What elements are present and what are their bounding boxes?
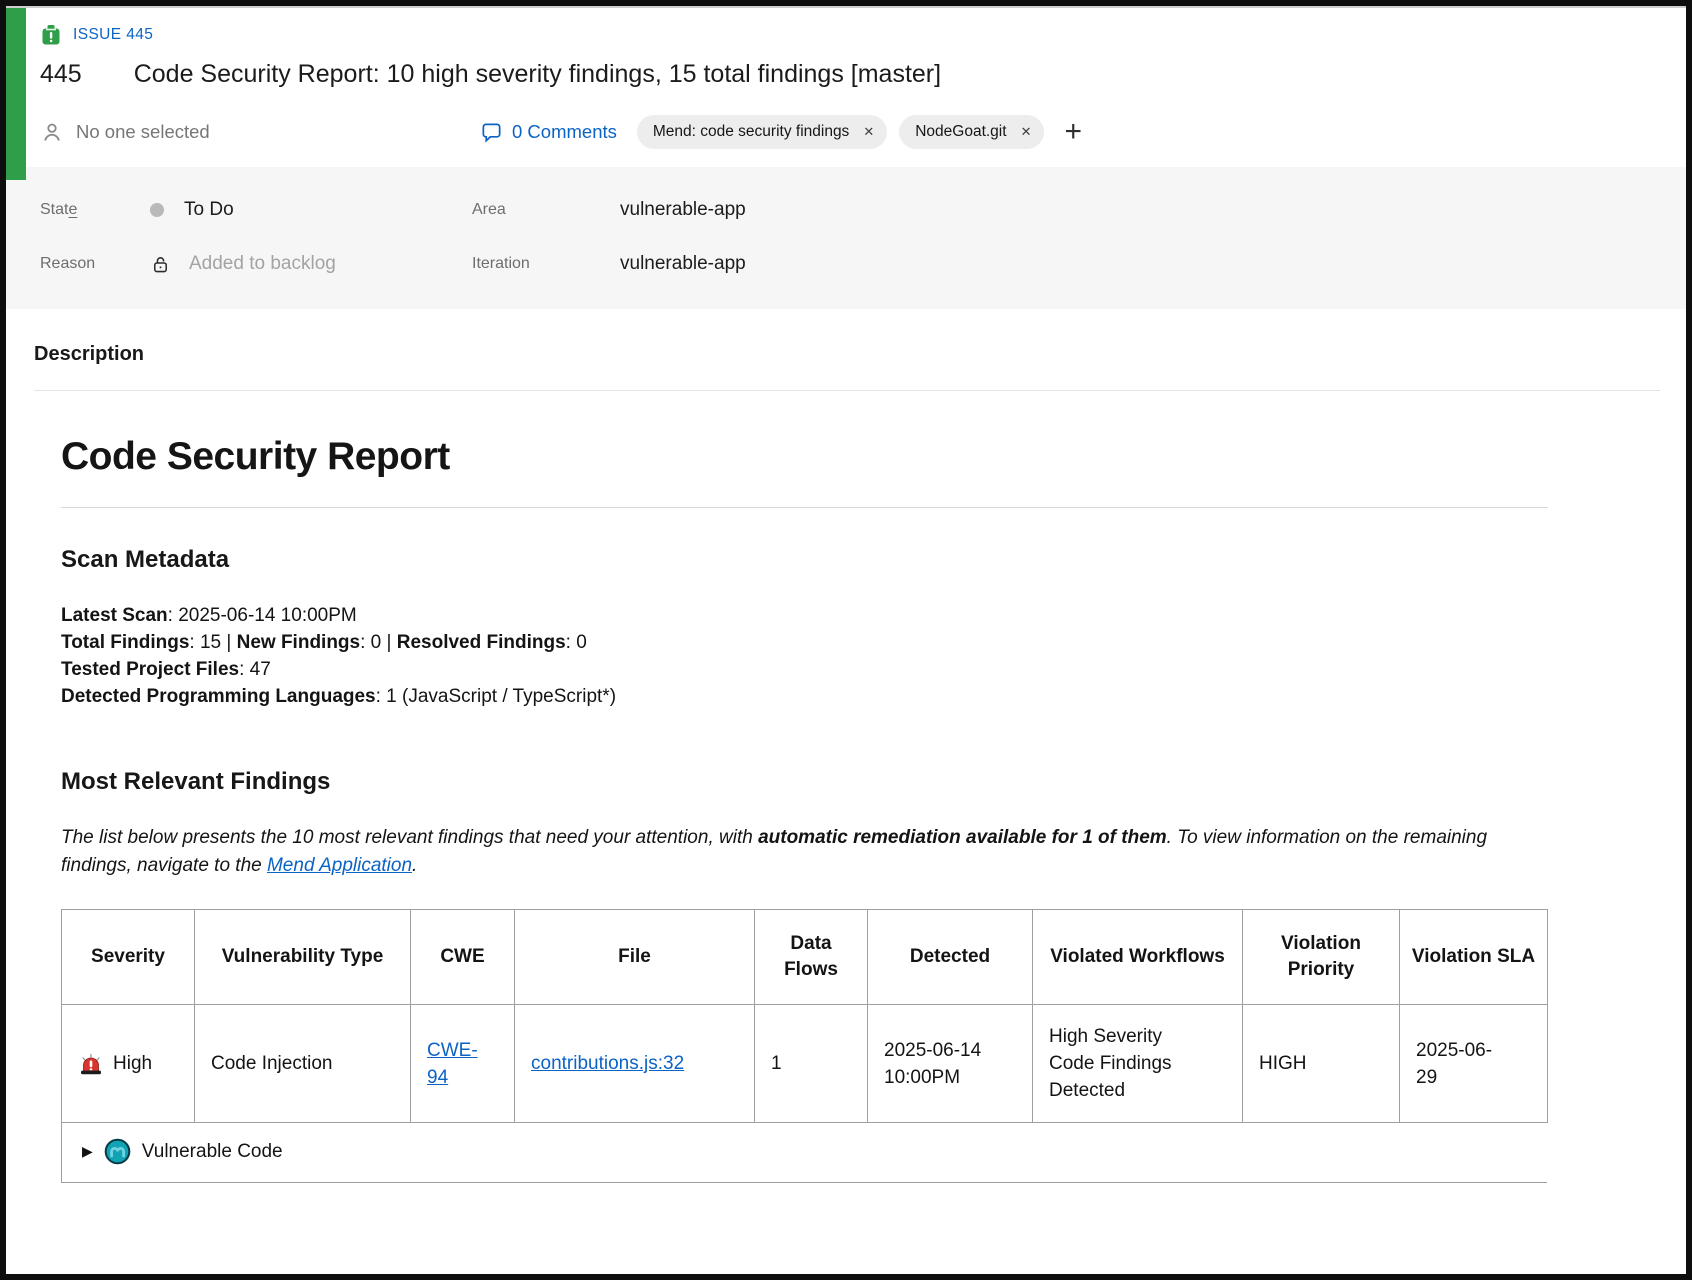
scan-metadata-block: Latest Scan: 2025-06-14 10:00PM Total Fi… xyxy=(61,602,1548,710)
work-item-id: 445 xyxy=(40,60,82,89)
reason-field: Reason Added to backlog xyxy=(40,245,472,283)
vulnerability-type-cell: Code Injection xyxy=(195,1005,411,1123)
title-row: 445 Code Security Report: 10 high severi… xyxy=(40,60,1662,89)
table-row: High Code Injection CWE-94 contributions… xyxy=(62,1005,1548,1123)
data-flows-cell: 1 xyxy=(755,1005,868,1123)
col-detected: Detected xyxy=(868,910,1033,1005)
meta-row: No one selected 0 Comments Mend: code se… xyxy=(40,111,1662,153)
fields-col-left: State To Do Reason Added to backlog xyxy=(6,191,472,283)
issue-type-icon xyxy=(40,24,62,46)
col-vulnerability-type: Vulnerability Type xyxy=(195,910,411,1005)
fields-col-right: Area vulnerable-app Iteration vulnerable… xyxy=(472,191,1686,283)
tag-label: Mend: code security findings xyxy=(653,123,849,141)
description-section: Description Code Security Report Scan Me… xyxy=(6,309,1686,1183)
col-file: File xyxy=(515,910,755,1005)
work-item-title[interactable]: Code Security Report: 10 high severity f… xyxy=(134,60,941,89)
col-cwe: CWE xyxy=(411,910,515,1005)
area-label: Area xyxy=(472,201,620,219)
disclosure-triangle-icon[interactable]: ▶ xyxy=(82,1143,93,1160)
state-value[interactable]: To Do xyxy=(184,199,234,221)
state-dot-icon xyxy=(150,203,164,217)
scan-metadata-heading: Scan Metadata xyxy=(61,546,1548,574)
table-header-row: Severity Vulnerability Type CWE File Dat… xyxy=(62,910,1548,1005)
report-title: Code Security Report xyxy=(61,435,1548,479)
languages-line: Detected Programming Languages: 1 (JavaS… xyxy=(61,683,1548,710)
area-value[interactable]: vulnerable-app xyxy=(620,199,746,221)
violation-sla-cell: 2025-06-29 xyxy=(1400,1005,1548,1123)
tag-mend[interactable]: Mend: code security findings ✕ xyxy=(637,115,887,149)
col-severity: Severity xyxy=(62,910,195,1005)
findings-counts-line: Total Findings: 15 | New Findings: 0 | R… xyxy=(61,629,1548,656)
issue-type-label[interactable]: ISSUE 445 xyxy=(73,26,153,44)
comment-bubble-icon xyxy=(480,121,503,144)
detected-cell: 2025-06-14 10:00PM xyxy=(868,1005,1033,1123)
state-label: State xyxy=(40,201,150,219)
iteration-label: Iteration xyxy=(472,255,620,273)
cwe-link[interactable]: CWE-94 xyxy=(427,1037,487,1091)
col-violation-priority: Violation Priority xyxy=(1243,910,1400,1005)
work-item-type-row: ISSUE 445 xyxy=(40,24,1662,46)
severity-cell: High xyxy=(62,1005,195,1123)
mend-logo-icon xyxy=(104,1138,131,1165)
description-heading: Description xyxy=(34,343,1660,366)
tag-remove-icon[interactable]: ✕ xyxy=(863,124,874,140)
tag-label: NodeGoat.git xyxy=(915,123,1006,141)
tag-nodegoat[interactable]: NodeGoat.git ✕ xyxy=(899,115,1044,149)
lock-icon xyxy=(150,254,171,275)
area-field[interactable]: Area vulnerable-app xyxy=(472,191,1686,229)
vulnerable-code-details[interactable]: ▶ Vulnerable Code xyxy=(61,1123,1547,1183)
findings-heading: Most Relevant Findings xyxy=(61,768,1548,796)
description-content: Code Security Report Scan Metadata Lates… xyxy=(61,435,1548,1183)
findings-intro: The list below presents the 10 most rele… xyxy=(61,824,1548,879)
comments-label: 0 Comments xyxy=(512,121,617,143)
tag-list: Mend: code security findings ✕ NodeGoat.… xyxy=(637,115,1082,149)
file-cell: contributions.js:32 xyxy=(515,1005,755,1123)
fields-panel: State To Do Reason Added to backlog Area xyxy=(6,167,1686,309)
comments-button[interactable]: 0 Comments xyxy=(480,121,617,144)
report-title-divider xyxy=(61,507,1548,508)
cwe-cell: CWE-94 xyxy=(411,1005,515,1123)
col-data-flows: Data Flows xyxy=(755,910,868,1005)
tested-files-line: Tested Project Files: 47 xyxy=(61,656,1548,683)
reason-value: Added to backlog xyxy=(189,253,336,275)
work-item-header: ISSUE 445 445 Code Security Report: 10 h… xyxy=(6,8,1686,153)
col-violated-workflows: Violated Workflows xyxy=(1033,910,1243,1005)
reason-label: Reason xyxy=(40,255,150,273)
iteration-field[interactable]: Iteration vulnerable-app xyxy=(472,245,1686,283)
add-tag-button[interactable]: + xyxy=(1064,117,1082,147)
assignee-placeholder: No one selected xyxy=(76,121,210,143)
iteration-value[interactable]: vulnerable-app xyxy=(620,253,746,275)
description-divider xyxy=(34,390,1660,391)
state-field[interactable]: State To Do xyxy=(40,191,472,229)
person-icon xyxy=(40,120,64,144)
window: ISSUE 445 445 Code Security Report: 10 h… xyxy=(0,0,1692,1280)
siren-icon xyxy=(78,1051,104,1077)
violation-priority-cell: HIGH xyxy=(1243,1005,1400,1123)
latest-scan-line: Latest Scan: 2025-06-14 10:00PM xyxy=(61,602,1548,629)
findings-table: Severity Vulnerability Type CWE File Dat… xyxy=(61,909,1548,1123)
tag-remove-icon[interactable]: ✕ xyxy=(1021,124,1032,140)
assignee-picker[interactable]: No one selected xyxy=(40,120,480,144)
mend-application-link[interactable]: Mend Application xyxy=(267,855,412,876)
file-link[interactable]: contributions.js:32 xyxy=(531,1053,684,1074)
violated-workflows-cell: High Severity Code Findings Detected xyxy=(1033,1005,1243,1123)
severity-value: High xyxy=(113,1050,152,1077)
issue-accent-bar xyxy=(6,8,26,180)
col-violation-sla: Violation SLA xyxy=(1400,910,1548,1005)
details-label: Vulnerable Code xyxy=(142,1141,283,1163)
